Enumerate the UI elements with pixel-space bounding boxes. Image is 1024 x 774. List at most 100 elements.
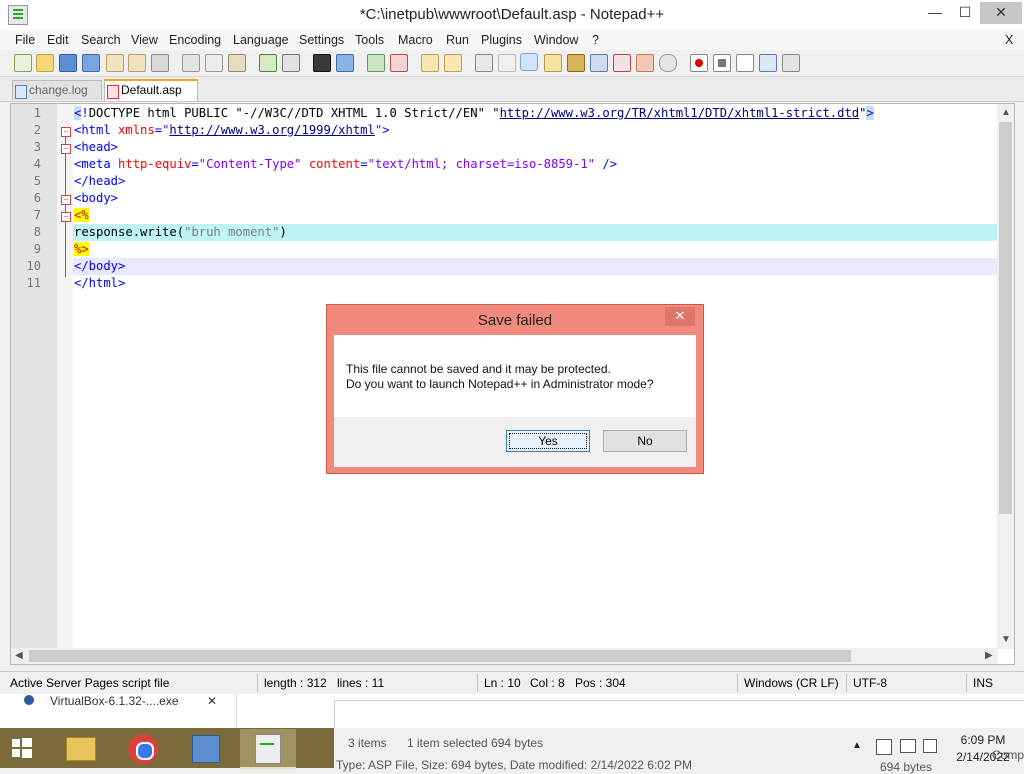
- notepadpp-taskbar-icon[interactable]: [240, 729, 296, 769]
- dialog-message-line-2: Do you want to launch Notepad++ in Admin…: [346, 377, 654, 391]
- menu-run[interactable]: Run: [446, 33, 469, 47]
- menu-encoding[interactable]: Encoding: [169, 33, 221, 47]
- download-item[interactable]: VirtualBox-6.1.32-....exe: [50, 694, 179, 708]
- menu-help[interactable]: ?: [592, 33, 599, 47]
- run-macro-multiple-icon[interactable]: [759, 54, 777, 72]
- find-icon[interactable]: [313, 54, 331, 72]
- status-lines: lines : 11: [337, 676, 385, 690]
- fold-toggle-icon[interactable]: −: [61, 127, 71, 137]
- menu-window[interactable]: Window: [534, 33, 578, 47]
- vertical-scroll-thumb[interactable]: [999, 122, 1012, 514]
- play-macro-icon[interactable]: [736, 54, 754, 72]
- copy-icon[interactable]: [205, 54, 223, 72]
- explorer-computer-truncated: Comp: [992, 748, 1024, 762]
- clock-time[interactable]: 6:09 PM: [958, 733, 1008, 747]
- save-all-icon[interactable]: [82, 54, 100, 72]
- replace-icon[interactable]: [336, 54, 354, 72]
- zoom-out-icon[interactable]: [390, 54, 408, 72]
- zoom-in-icon[interactable]: [367, 54, 385, 72]
- current-line-highlight: [73, 258, 1000, 275]
- menu-macro[interactable]: Macro: [398, 33, 433, 47]
- chrome-taskbar-icon[interactable]: [115, 729, 171, 767]
- no-button[interactable]: No: [603, 430, 687, 452]
- show-hidden-icons-icon[interactable]: ▲: [852, 740, 862, 751]
- file-explorer-taskbar-icon[interactable]: [52, 729, 108, 767]
- user-defined-language-icon[interactable]: [544, 54, 562, 72]
- action-center-icon[interactable]: [876, 739, 892, 755]
- save-icon[interactable]: [59, 54, 77, 72]
- line-number: 5: [33, 174, 41, 188]
- network-icon[interactable]: [900, 739, 916, 753]
- unsaved-file-icon: [107, 85, 119, 99]
- download-close-icon[interactable]: ✕: [207, 694, 217, 708]
- tab-default-asp[interactable]: Default.asp: [104, 79, 198, 101]
- indent-guide-icon[interactable]: [520, 53, 538, 71]
- word-wrap-icon[interactable]: [475, 54, 493, 72]
- code-line: <head>: [74, 140, 119, 154]
- show-all-characters-icon[interactable]: [498, 54, 516, 72]
- record-macro-icon[interactable]: [690, 54, 708, 72]
- close-all-icon[interactable]: [128, 54, 146, 72]
- explorer-size-truncated: 694 bytes: [880, 760, 933, 774]
- sync-vertical-icon[interactable]: [421, 54, 439, 72]
- monitoring-icon[interactable]: [636, 54, 654, 72]
- fold-toggle-icon[interactable]: −: [61, 195, 71, 205]
- menu-file[interactable]: File: [15, 33, 35, 47]
- menu-tools[interactable]: Tools: [355, 33, 384, 47]
- dialog-title: Save failed: [477, 312, 553, 329]
- line-number: 8: [33, 225, 41, 239]
- volume-muted-icon[interactable]: [923, 739, 937, 753]
- scroll-down-icon[interactable]: ▼: [1001, 634, 1011, 645]
- stop-macro-icon[interactable]: [713, 54, 731, 72]
- vertical-scrollbar[interactable]: ▲ ▼: [997, 104, 1014, 649]
- close-button[interactable]: ✕: [980, 2, 1022, 24]
- eye-icon[interactable]: [659, 54, 677, 72]
- close-document-button[interactable]: X: [1005, 33, 1013, 47]
- scroll-up-icon[interactable]: ▲: [1001, 107, 1011, 118]
- menu-view[interactable]: View: [131, 33, 158, 47]
- folder-workspace-icon[interactable]: [613, 54, 631, 72]
- save-failed-dialog: Save failed ✕ This file cannot be saved …: [326, 304, 704, 474]
- horizontal-scrollbar[interactable]: ◀ ▶: [11, 648, 998, 664]
- redo-icon[interactable]: [282, 54, 300, 72]
- save-macro-icon[interactable]: [782, 54, 800, 72]
- taskbar: [0, 728, 334, 769]
- start-button[interactable]: [0, 729, 48, 767]
- status-encoding[interactable]: UTF-8: [853, 676, 887, 690]
- print-icon[interactable]: [151, 54, 169, 72]
- dialog-message-line-1: This file cannot be saved and it may be …: [346, 362, 611, 376]
- scroll-left-icon[interactable]: ◀: [15, 650, 23, 661]
- menu-edit[interactable]: Edit: [47, 33, 69, 47]
- status-pos: Pos : 304: [575, 676, 626, 690]
- download-bar: VirtualBox-6.1.32-....exe ✕: [0, 694, 237, 728]
- close-file-icon[interactable]: [106, 54, 124, 72]
- document-map-icon[interactable]: [567, 54, 585, 72]
- menu-settings[interactable]: Settings: [299, 33, 344, 47]
- menu-plugins[interactable]: Plugins: [481, 33, 522, 47]
- background-windows: VirtualBox-6.1.32-....exe ✕: [0, 694, 1024, 729]
- minimize-button[interactable]: —: [920, 2, 950, 24]
- menu-language[interactable]: Language: [233, 33, 289, 47]
- menu-search[interactable]: Search: [81, 33, 121, 47]
- fold-toggle-icon[interactable]: −: [61, 144, 71, 154]
- undo-icon[interactable]: [259, 54, 277, 72]
- paste-icon[interactable]: [228, 54, 246, 72]
- status-eol[interactable]: Windows (CR LF): [744, 676, 839, 690]
- scroll-right-icon[interactable]: ▶: [985, 650, 993, 661]
- maximize-button[interactable]: ☐: [950, 2, 980, 24]
- system-tray: ▲ 6:09 PM 2/14/2022 694 bytes Comp: [334, 728, 1024, 774]
- new-file-icon[interactable]: [14, 54, 32, 72]
- open-file-icon[interactable]: [36, 54, 54, 72]
- yes-button[interactable]: Yes: [506, 430, 590, 452]
- sync-horizontal-icon[interactable]: [444, 54, 462, 72]
- dialog-close-button[interactable]: ✕: [665, 307, 695, 326]
- code-line: </html>: [74, 276, 126, 290]
- line-number: 6: [33, 191, 41, 205]
- cut-icon[interactable]: [182, 54, 200, 72]
- virtualbox-taskbar-icon[interactable]: [177, 729, 233, 767]
- horizontal-scroll-thumb[interactable]: [29, 650, 851, 662]
- function-list-icon[interactable]: [590, 54, 608, 72]
- line-number: 10: [26, 259, 41, 273]
- tab-change-log[interactable]: change.log: [12, 80, 102, 100]
- fold-toggle-icon[interactable]: −: [61, 212, 71, 222]
